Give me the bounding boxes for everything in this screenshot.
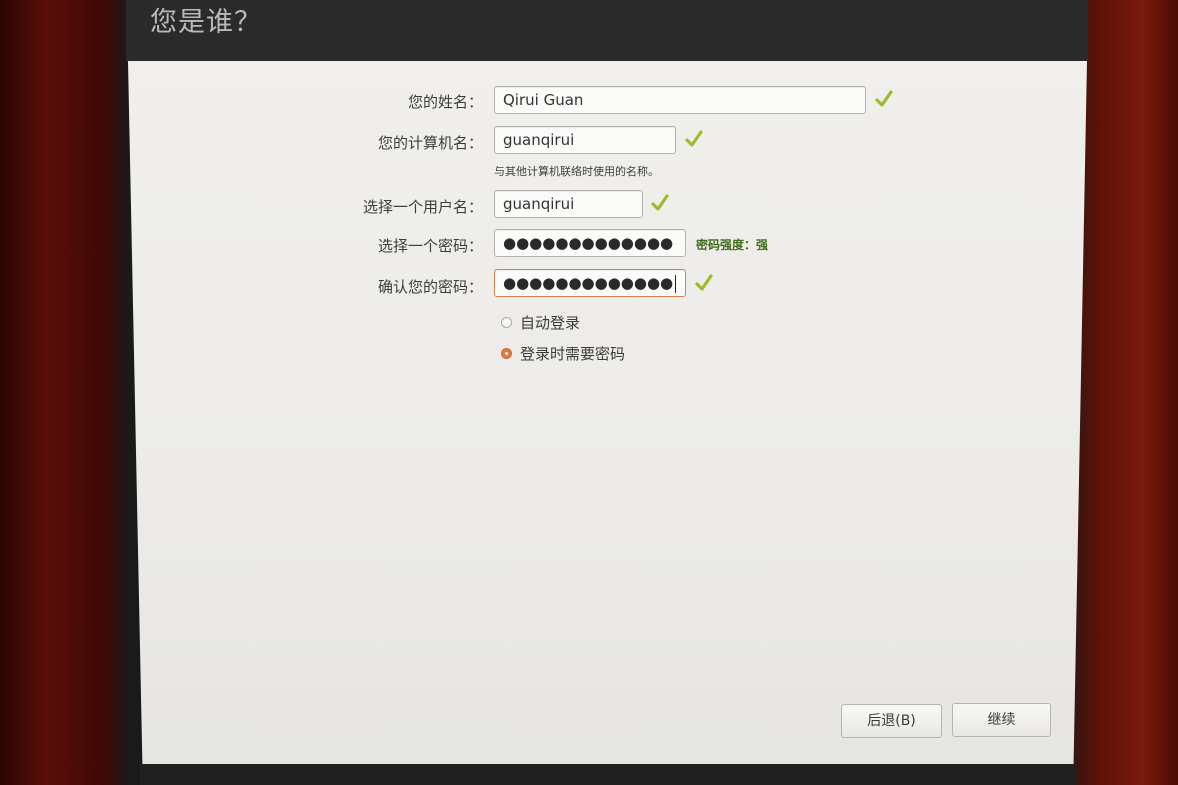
- password-field[interactable]: ●●●●●●●●●●●●●: [494, 229, 686, 257]
- auto-login-radio[interactable]: [501, 317, 512, 328]
- text-cursor: [675, 274, 677, 293]
- computer-name-label: 您的计算机名：: [377, 134, 483, 152]
- username-check-icon: [651, 194, 669, 211]
- password-label: 选择一个密码：: [377, 237, 483, 255]
- name-check-icon: [875, 90, 893, 107]
- window-titlebar: [126, 0, 1088, 62]
- page-title: 您是谁？: [150, 7, 262, 38]
- confirm-password-dots: ●●●●●●●●●●●●●: [503, 274, 674, 292]
- continue-button[interactable]: 继续: [952, 703, 1051, 737]
- name-field[interactable]: Qirui Guan: [494, 86, 866, 114]
- confirm-password-field[interactable]: ●●●●●●●●●●●●●: [494, 269, 686, 297]
- username-label: 选择一个用户名：: [362, 198, 483, 216]
- password-strength-text: 密码强度：强: [696, 238, 769, 252]
- auto-login-option[interactable]: 自动登录: [501, 312, 580, 333]
- require-password-radio[interactable]: [501, 348, 512, 359]
- confirm-password-check-icon: [695, 274, 713, 291]
- password-dots: ●●●●●●●●●●●●●: [503, 234, 674, 252]
- computer-name-hint: 与其他计算机联络时使用的名称。: [494, 165, 659, 178]
- back-button[interactable]: 后退(B): [841, 704, 942, 738]
- confirm-password-label: 确认您的密码：: [377, 278, 483, 296]
- username-field[interactable]: guanqirui: [494, 190, 643, 218]
- auto-login-label: 自动登录: [520, 314, 581, 332]
- panel-bottom-edge: [140, 764, 1076, 785]
- name-label: 您的姓名：: [407, 93, 483, 111]
- computer-name-field[interactable]: guanqirui: [494, 126, 676, 154]
- require-password-label: 登录时需要密码: [520, 345, 626, 363]
- computer-name-check-icon: [685, 130, 703, 147]
- require-password-option[interactable]: 登录时需要密码: [501, 343, 625, 364]
